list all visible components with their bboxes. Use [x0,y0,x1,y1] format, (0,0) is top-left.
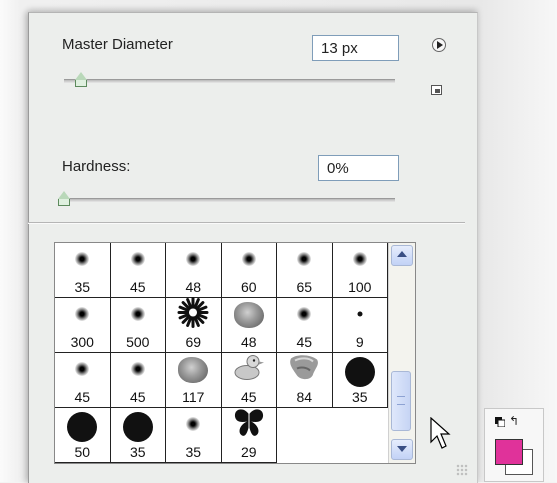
brush-preset-size-label: 60 [240,279,257,295]
soft-round-brush-icon [186,417,201,431]
brush-preset-cell[interactable]: 35 [332,353,388,408]
soft-round-brush-icon [241,252,256,266]
brush-preset-size-label: 117 [182,389,205,405]
swap-colors-icon[interactable]: ↰ [509,414,519,428]
mouse-pointer-icon [430,417,451,449]
starburst-brush-icon [177,297,209,334]
brush-preset-cell[interactable]: 35 [110,408,166,463]
foreground-color-swatch[interactable] [495,439,523,465]
slider-thumb-top [74,72,87,80]
brush-preset-size-label: 9 [355,334,364,350]
brush-preset-size-label: 45 [296,334,313,350]
soft-round-brush-icon [352,252,367,266]
brush-preset-size-label: 48 [240,334,257,350]
section-divider [28,222,465,224]
brush-preset-size-label: 45 [129,389,146,405]
brush-preset-cell[interactable]: 50 [55,408,111,463]
brush-preset-size-label: 300 [70,334,94,350]
brush-preset-size-label: 45 [129,279,146,295]
brush-preset-size-label: 45 [240,389,257,405]
slider-thumb-body [74,80,87,87]
hardness-label: Hardness: [62,158,131,175]
soft-round-brush-icon [75,252,90,266]
small-round-brush-icon [357,311,363,317]
brush-preset-cell[interactable]: 117 [166,353,222,408]
brush-preset-size-label: 48 [185,279,202,295]
panel-menu-arrow-icon[interactable] [432,38,446,52]
hard-round-brush-icon [122,412,153,442]
hardness-slider[interactable] [64,198,395,202]
brush-preset-size-label: 45 [74,389,91,405]
soft-round-brush-icon [186,252,201,266]
brush-preset-cell[interactable]: 60 [221,243,277,298]
brush-preset-size-label: 35 [351,389,368,405]
soft-round-brush-icon [130,252,145,266]
brush-preset-size-label: 29 [240,444,257,460]
brush-preset-cell[interactable]: 84 [277,353,333,408]
brush-presets-grid: 35 45 48 60 65 100 300 500 69 48 45 9 45 45 117 45 84 35 5… [55,243,388,463]
brush-preset-cell[interactable]: 45 [221,353,277,408]
butterfly-brush-icon [232,407,266,444]
texture-brush-icon [287,353,321,388]
soft-round-brush-icon [130,362,145,376]
rose-brush-icon [178,357,209,383]
master-diameter-label: Master Diameter [62,36,173,53]
presets-scrollbar[interactable] [388,243,415,463]
brush-presets-list: 35 45 48 60 65 100 300 500 69 48 45 9 45 45 117 45 84 35 5… [54,242,416,464]
brush-preset-size-label: 35 [74,279,91,295]
brush-preset-cell[interactable]: 48 [221,298,277,353]
scroll-up-button[interactable] [391,245,413,266]
brush-preset-cell[interactable]: 500 [110,298,166,353]
brush-preset-size-label: 35 [129,444,146,460]
brush-preset-cell[interactable]: 9 [332,298,388,353]
brush-preset-cell[interactable]: 45 [55,353,111,408]
brush-preset-cell[interactable]: 65 [277,243,333,298]
brush-preset-cell[interactable]: 48 [166,243,222,298]
brush-preset-size-label: 35 [185,444,202,460]
brush-preset-cell[interactable]: 45 [277,298,333,353]
brush-preset-size-label: 84 [296,389,313,405]
save-preset-icon[interactable] [431,85,442,95]
soft-round-brush-icon [297,307,312,321]
soft-round-brush-icon [297,252,312,266]
default-colors-icon[interactable] [495,417,505,427]
soft-round-brush-icon [130,307,145,321]
brush-preset-cell[interactable]: 45 [110,243,166,298]
soft-round-brush-icon [75,307,90,321]
slider-thumb-body [58,199,70,206]
brush-preset-size-label: 69 [185,334,202,350]
master-diameter-slider[interactable] [64,79,395,83]
soft-round-brush-icon [75,362,90,376]
hard-round-brush-icon [67,412,98,442]
brush-preset-cell[interactable]: 29 [221,407,277,463]
master-diameter-input[interactable]: 13 px [312,35,399,61]
brush-preset-size-label: 100 [348,279,372,295]
brush-preset-cell[interactable]: 69 [166,297,222,353]
brush-preset-cell[interactable]: 100 [332,243,388,298]
brush-preset-size-label: 500 [126,334,150,350]
duck-brush-icon [233,354,265,387]
brush-preset-cell[interactable]: 45 [110,353,166,408]
slider-thumb-top [58,191,70,199]
resize-grip-icon[interactable] [456,464,468,476]
hard-round-brush-icon [344,357,375,387]
brush-preset-cell[interactable]: 300 [55,298,111,353]
scroll-down-button[interactable] [391,439,413,460]
brush-preset-cell[interactable]: 35 [55,243,111,298]
color-swatches-widget: ↰ [484,408,544,482]
hardness-input[interactable]: 0% [318,155,399,181]
brush-preset-size-label: 50 [74,444,91,460]
brush-preset-cell[interactable]: 35 [166,408,222,463]
rose-brush-icon [233,302,264,328]
scroll-thumb[interactable] [391,371,411,431]
brush-preset-size-label: 65 [296,279,313,295]
